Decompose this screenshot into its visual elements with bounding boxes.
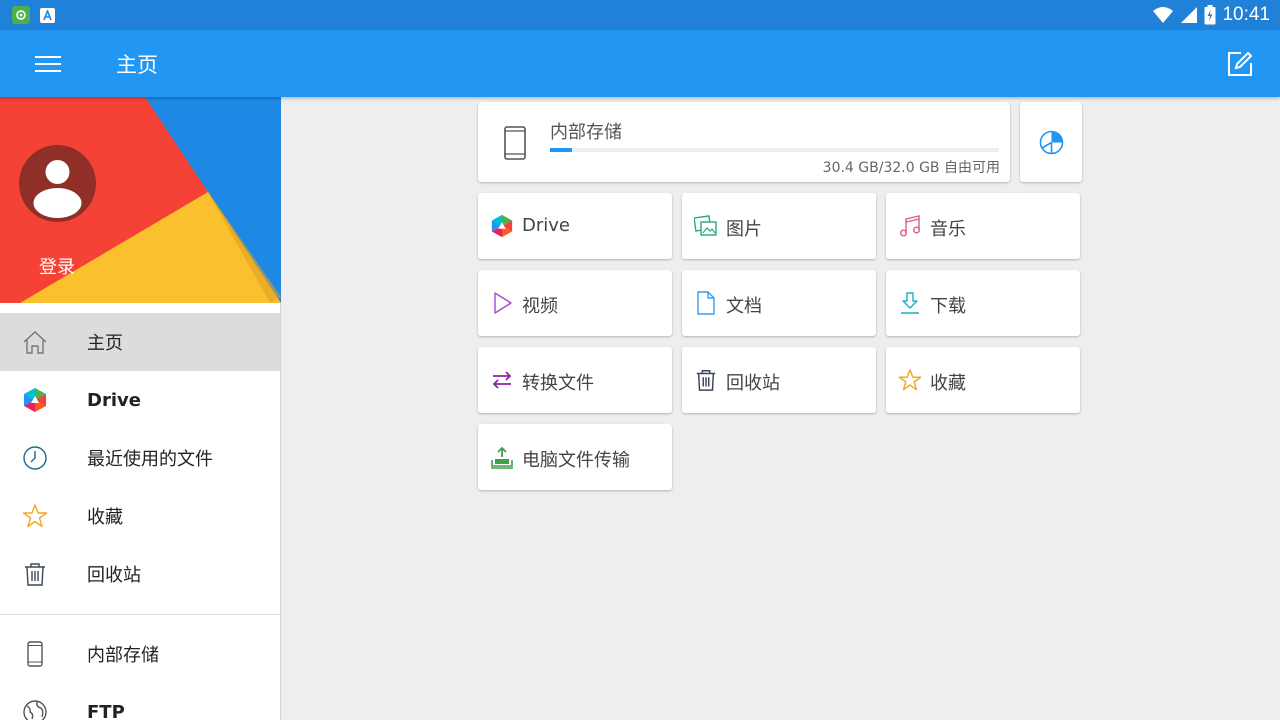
drawer-item-label: 主页	[87, 333, 123, 354]
drawer-item-home[interactable]: 主页	[0, 313, 280, 371]
tile-convert-files[interactable]: 转换文件	[478, 347, 672, 413]
trash-icon	[694, 368, 718, 392]
wifi-icon	[1153, 7, 1174, 23]
music-icon	[898, 214, 922, 238]
edit-icon[interactable]	[1226, 50, 1254, 78]
tile-label: 收藏	[930, 373, 966, 394]
storage-progress-bar	[550, 148, 999, 152]
globe-icon	[21, 698, 49, 720]
tile-label: Drive	[522, 215, 570, 236]
app-bar: 主页	[0, 30, 1280, 97]
app-notification-icon	[12, 6, 30, 24]
storage-title: 内部存储	[550, 122, 622, 143]
tile-label: 视频	[522, 296, 558, 317]
home-icon	[21, 328, 49, 356]
drawer-item-trash[interactable]: 回收站	[0, 545, 280, 603]
tile-label: 音乐	[930, 219, 966, 240]
tile-documents[interactable]: 文档	[682, 270, 876, 336]
tile-label: 回收站	[726, 373, 780, 394]
drawer-item-ftp[interactable]: FTP	[0, 683, 280, 720]
drawer-item-label: 最近使用的文件	[87, 449, 213, 470]
drawer-item-label: 内部存储	[87, 645, 159, 666]
page-title: 主页	[116, 53, 158, 77]
drawer-divider	[0, 614, 280, 615]
tile-downloads[interactable]: 下载	[886, 270, 1080, 336]
clock-icon	[21, 444, 49, 472]
drive-icon	[490, 214, 514, 238]
drive-icon	[21, 386, 49, 414]
font-notification-icon	[40, 8, 55, 23]
drawer-item-label: FTP	[87, 701, 125, 720]
hamburger-menu-icon[interactable]	[30, 50, 66, 78]
tile-label: 文档	[726, 296, 762, 317]
download-icon	[898, 291, 922, 315]
tile-label: 下载	[930, 296, 966, 317]
drawer-nav: 主页 Drive 最近使用的文件 收藏 回收站 内部存储 FTP	[0, 313, 280, 720]
document-icon	[694, 291, 718, 315]
tile-pc-file-transfer[interactable]: 电脑文件传输	[478, 424, 672, 490]
drawer-item-drive[interactable]: Drive	[0, 371, 280, 429]
tile-images[interactable]: 图片	[682, 193, 876, 259]
phone-icon	[21, 640, 49, 668]
status-time: 10:41	[1222, 4, 1270, 25]
tile-favorites[interactable]: 收藏	[886, 347, 1080, 413]
drawer-header: 登录	[0, 97, 281, 303]
video-icon	[490, 291, 514, 315]
drawer-item-label: Drive	[87, 389, 141, 411]
storage-progress-fill	[550, 148, 573, 152]
tile-label: 图片	[726, 219, 762, 240]
tile-label: 电脑文件传输	[522, 450, 630, 471]
tile-music[interactable]: 音乐	[886, 193, 1080, 259]
trash-icon	[21, 560, 49, 588]
drawer-item-recent[interactable]: 最近使用的文件	[0, 429, 280, 487]
tile-videos[interactable]: 视频	[478, 270, 672, 336]
signal-icon	[1181, 7, 1198, 23]
pie-chart-icon	[1039, 130, 1064, 155]
image-icon	[694, 214, 718, 238]
drawer-item-favorites[interactable]: 收藏	[0, 487, 280, 545]
star-icon	[898, 368, 922, 392]
drawer-item-label: 收藏	[87, 507, 123, 528]
login-link[interactable]: 登录	[39, 253, 75, 279]
avatar[interactable]	[19, 145, 96, 222]
navigation-drawer: 登录 主页 Drive 最近使用的文件 收藏 回收站 内部存储 FTP	[0, 97, 281, 720]
internal-storage-card[interactable]: 内部存储 30.4 GB/32.0 GB 自由可用	[478, 102, 1010, 182]
drawer-item-label: 回收站	[87, 565, 141, 586]
storage-free-text: 30.4 GB/32.0 GB 自由可用	[822, 160, 1000, 176]
star-icon	[21, 502, 49, 530]
pc-transfer-icon	[490, 445, 514, 469]
status-bar: 10:41	[0, 0, 1280, 30]
battery-icon	[1204, 5, 1216, 25]
drawer-item-internal-storage[interactable]: 内部存储	[0, 625, 280, 683]
main-content: 内部存储 30.4 GB/32.0 GB 自由可用 Drive 图片 音乐 视频…	[281, 97, 1280, 720]
tile-trash[interactable]: 回收站	[682, 347, 876, 413]
convert-icon	[490, 368, 514, 392]
tile-label: 转换文件	[522, 373, 594, 394]
tile-drive[interactable]: Drive	[478, 193, 672, 259]
phone-icon	[504, 126, 526, 164]
storage-analysis-button[interactable]	[1020, 102, 1082, 182]
